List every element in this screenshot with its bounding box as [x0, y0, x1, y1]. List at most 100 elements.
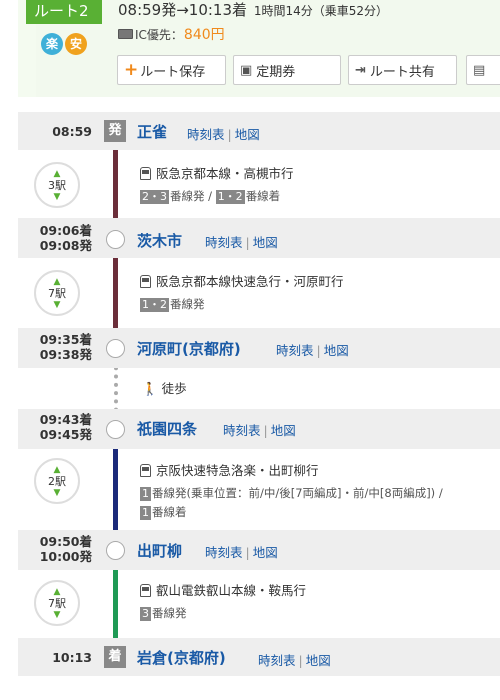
train-icon: [140, 275, 151, 288]
departure-time: 09:45発: [39, 427, 92, 442]
arrival-time: 09:06着: [39, 223, 92, 238]
track-label: 番線着: [245, 189, 281, 203]
timetable-link[interactable]: 時刻表: [223, 423, 261, 438]
fare-label: IC優先：: [135, 27, 183, 42]
arrival-time: 09:50着: [39, 534, 92, 549]
chevron-down-icon: ▼: [53, 300, 61, 310]
save-route-button[interactable]: + ルート保存: [117, 55, 226, 85]
arrival-time: 10:13: [52, 650, 92, 665]
link-separator: |: [298, 653, 303, 668]
train-icon: [140, 584, 151, 597]
chevron-down-icon: ▼: [53, 610, 61, 620]
timetable-link[interactable]: 時刻表: [187, 127, 225, 142]
track-label: 番線発: [170, 189, 205, 203]
print-icon: ▤: [473, 62, 486, 78]
departure-time: 09:38発: [39, 347, 92, 362]
track-label: 番線発: [152, 606, 187, 620]
line-name: 京阪快速特急洛楽・出町柳行: [156, 463, 319, 478]
track-separator: /: [204, 189, 216, 203]
track-number: 1: [140, 506, 151, 520]
track-number: 2・3: [140, 190, 169, 204]
departure-time: 09:08発: [39, 238, 92, 253]
map-link[interactable]: 地図: [253, 235, 278, 250]
station-node: [106, 230, 125, 249]
station-name[interactable]: 河原町(京都府): [137, 338, 241, 359]
departure-time: 10:00発: [39, 549, 92, 564]
track-info: 1 番線着: [140, 504, 443, 520]
station-name[interactable]: 正雀: [137, 121, 167, 142]
route-tab[interactable]: ルート2: [26, 0, 102, 24]
pass-icon: ▣: [240, 62, 253, 78]
easy-badge: 楽: [41, 33, 63, 55]
line-name: 阪急京都本線快速急行・河原町行: [156, 274, 344, 289]
stop-count-toggle[interactable]: ▲ 3駅 ▼: [34, 162, 80, 208]
station-times: 09:35着 09:38発: [40, 332, 92, 362]
track-info: 1 番線発(乗車位置：前/中/後[7両編成]・前/中[8両編成]) /: [140, 485, 443, 501]
timetable-link[interactable]: 時刻表: [258, 653, 296, 668]
map-link[interactable]: 地図: [235, 127, 260, 142]
track-number: 1: [140, 487, 151, 501]
commuter-pass-label: 定期券: [256, 64, 296, 80]
station-links: 時刻表 | 地図: [223, 420, 296, 439]
track-info: 2・3 番線発 / 1・2 番線着: [140, 188, 294, 204]
line-name: 阪急京都本線・高槻市行: [156, 166, 294, 181]
walk-leg: 🚶 徒歩: [142, 378, 187, 397]
timetable-link[interactable]: 時刻表: [205, 235, 243, 250]
link-separator: |: [263, 423, 268, 438]
save-route-label: ルート保存: [140, 64, 206, 80]
walk-label: 徒歩: [161, 381, 187, 396]
fare: IC優先： 840円: [118, 24, 225, 44]
station-node: [106, 420, 125, 439]
station-node: [106, 339, 125, 358]
leg-info: 京阪快速特急洛楽・出町柳行 1 番線発(乗車位置：前/中/後[7両編成]・前/中[…: [140, 460, 443, 520]
station-links: 時刻表 | 地図: [205, 232, 278, 251]
map-link[interactable]: 地図: [271, 423, 296, 438]
arrival-marker: 着: [104, 646, 126, 668]
chevron-up-icon: ▲: [53, 587, 61, 597]
timetable-link[interactable]: 時刻表: [276, 343, 314, 358]
map-link[interactable]: 地図: [324, 343, 349, 358]
station-links: 時刻表 | 地図: [205, 542, 278, 561]
leg-info: 阪急京都本線快速急行・河原町行 1・2 番線発: [140, 271, 344, 312]
track-label: 番線発: [170, 297, 205, 311]
stop-count-toggle[interactable]: ▲ 2駅 ▼: [34, 458, 80, 504]
track-label: 番線発(乗車位置：前/中/後[7両編成]・前/中[8両編成]) /: [152, 486, 443, 500]
station-name[interactable]: 岩倉(京都府): [137, 647, 226, 668]
share-route-button[interactable]: ⇥ ルート共有: [348, 55, 457, 85]
leg-info: 叡山電鉄叡山本線・鞍馬行 3 番線発: [140, 580, 306, 621]
link-separator: |: [316, 343, 321, 358]
leg-info: 阪急京都本線・高槻市行 2・3 番線発 / 1・2 番線着: [140, 163, 294, 204]
fare-price: 840円: [183, 27, 225, 43]
station-name[interactable]: 茨木市: [137, 230, 182, 251]
share-icon: ⇥: [355, 62, 366, 78]
link-separator: |: [245, 235, 250, 250]
station-times: 09:50着 10:00発: [40, 534, 92, 564]
print-button[interactable]: ▤: [466, 55, 500, 85]
arrival-time: 09:43着: [39, 412, 92, 427]
station-name[interactable]: 祇園四条: [137, 418, 197, 439]
station-links: 時刻表 | 地図: [276, 340, 349, 359]
station-name[interactable]: 出町柳: [137, 540, 182, 561]
map-link[interactable]: 地図: [306, 653, 331, 668]
arrival-time: 09:35着: [39, 332, 92, 347]
chevron-up-icon: ▲: [53, 277, 61, 287]
departure-marker: 発: [104, 120, 126, 142]
timetable-link[interactable]: 時刻表: [205, 545, 243, 560]
link-separator: |: [245, 545, 250, 560]
map-link[interactable]: 地図: [253, 545, 278, 560]
duration: 1時間14分（乗車52分）: [253, 4, 388, 18]
commuter-pass-button[interactable]: ▣ 定期券: [233, 55, 341, 85]
train-icon: [140, 464, 151, 477]
route-badges: 楽 安: [41, 33, 87, 55]
chevron-down-icon: ▼: [53, 192, 61, 202]
plus-icon: +: [124, 59, 139, 80]
track-info: 3 番線発: [140, 605, 306, 621]
track-label: 番線着: [152, 505, 187, 519]
stop-count-toggle[interactable]: ▲ 7駅 ▼: [34, 270, 80, 316]
station-links: 時刻表 | 地図: [258, 650, 331, 669]
stop-count: 3駅: [48, 179, 66, 192]
track-number: 1・2: [215, 190, 245, 204]
walking-person-icon: 🚶: [142, 381, 158, 396]
train-icon: [140, 167, 151, 180]
stop-count-toggle[interactable]: ▲ 7駅 ▼: [34, 580, 80, 626]
